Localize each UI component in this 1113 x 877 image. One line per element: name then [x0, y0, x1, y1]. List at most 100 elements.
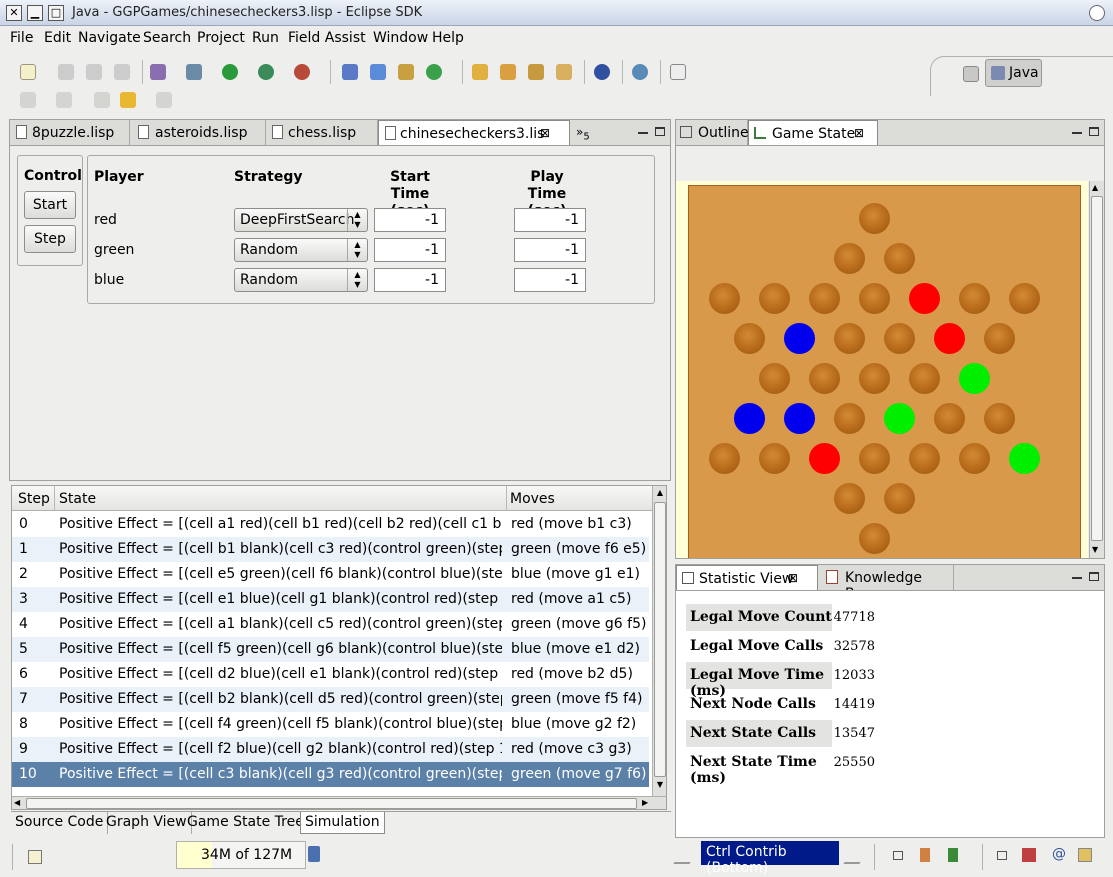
open-type-icon[interactable]: [472, 64, 488, 80]
table-row[interactable]: 2 Positive Effect = [(cell e5 green)(cell…: [12, 562, 649, 587]
external-tools-icon[interactable]: [294, 64, 310, 80]
open-task-icon[interactable]: [528, 64, 544, 80]
scroll-down-icon[interactable]: ▼: [1092, 545, 1098, 554]
scroll-up-icon[interactable]: ▲: [654, 488, 666, 500]
tab-game-state-tree[interactable]: Game State Tree: [183, 812, 309, 834]
tab-chinesecheckers3[interactable]: chinesecheckers3.lis ⊠: [378, 120, 570, 146]
board-scrollbar[interactable]: ▲ ▼: [1089, 181, 1104, 558]
pen-icon[interactable]: [673, 848, 699, 864]
tab-8puzzle[interactable]: 8puzzle.lisp: [10, 120, 130, 145]
menu-edit[interactable]: Edit: [44, 30, 71, 46]
table-row[interactable]: 9 Positive Effect = [(cell f2 blue)(cell …: [12, 737, 649, 762]
notes-icon[interactable]: [670, 64, 686, 80]
close-tab-icon[interactable]: ⊠: [854, 126, 864, 140]
last-edit-icon[interactable]: [94, 92, 110, 108]
minimize-window-icon[interactable]: ▁: [27, 5, 43, 21]
print-icon[interactable]: [114, 64, 130, 80]
window-menu-icon[interactable]: [1089, 5, 1105, 21]
play-time-input[interactable]: -1: [514, 268, 586, 292]
step-button[interactable]: Step: [24, 225, 76, 253]
debug-icon[interactable]: [186, 64, 202, 80]
start-time-input[interactable]: -1: [374, 268, 446, 292]
problems-icon[interactable]: [1022, 848, 1036, 862]
table-row[interactable]: 3 Positive Effect = [(cell e1 blue)(cell …: [12, 587, 649, 612]
play-time-input[interactable]: -1: [514, 238, 586, 262]
start-button[interactable]: Start: [24, 191, 76, 219]
start-time-input[interactable]: -1: [374, 238, 446, 262]
start-time-input[interactable]: -1: [374, 208, 446, 232]
play-time-input[interactable]: -1: [514, 208, 586, 232]
forward-icon[interactable]: [156, 92, 172, 108]
menu-field-assist[interactable]: Field Assist: [288, 30, 366, 46]
restore-icon[interactable]: [997, 851, 1007, 860]
horizontal-scrollbar[interactable]: ◀ ▶: [12, 796, 666, 809]
tab-game-state[interactable]: Game State ⊠: [748, 120, 878, 146]
tab-asteroids[interactable]: asteroids.lisp: [130, 120, 266, 145]
close-tab-icon[interactable]: ⊠: [540, 126, 550, 140]
open-resource-icon[interactable]: [500, 64, 516, 80]
web-icon[interactable]: [632, 64, 648, 80]
close-window-icon[interactable]: ✕: [6, 5, 22, 21]
moves-column-header[interactable]: Moves: [510, 491, 555, 507]
menu-file[interactable]: File: [10, 30, 33, 46]
open-perspective-icon[interactable]: [963, 66, 979, 82]
tree-icon[interactable]: [948, 848, 958, 862]
tab-overflow-icon[interactable]: »5: [576, 125, 590, 142]
chart-icon[interactable]: [150, 64, 166, 80]
scroll-down-icon[interactable]: ▼: [654, 780, 666, 792]
scroll-up-icon[interactable]: ▲: [1092, 183, 1098, 192]
fast-view-icon[interactable]: [28, 850, 42, 864]
menu-project[interactable]: Project: [197, 30, 245, 46]
search-icon[interactable]: [556, 64, 572, 80]
menu-search[interactable]: Search: [143, 30, 191, 46]
vertical-scrollbar[interactable]: ▲ ▼: [652, 486, 666, 796]
hscroll-thumb[interactable]: [26, 798, 637, 809]
ctrl-contrib-label[interactable]: Ctrl Contrib (Bottom): [701, 841, 839, 876]
new-java-project-icon[interactable]: [342, 64, 358, 80]
maximize-icon[interactable]: [655, 127, 665, 136]
table-row[interactable]: 4 Positive Effect = [(cell a1 blank)(cell…: [12, 612, 649, 637]
table-row[interactable]: 1 Positive Effect = [(cell b1 blank)(cell…: [12, 537, 649, 562]
table-row[interactable]: 0 Positive Effect = [(cell a1 red)(cell b…: [12, 512, 649, 537]
step-column-header[interactable]: Step: [18, 491, 50, 507]
state-column-header[interactable]: State: [59, 491, 96, 507]
tab-source-code[interactable]: Source Code: [11, 812, 109, 834]
table-row[interactable]: 8 Positive Effect = [(cell f4 green)(cell…: [12, 712, 649, 737]
minimize-icon[interactable]: [1072, 132, 1082, 134]
new-package-icon[interactable]: [370, 64, 386, 80]
strategy-select[interactable]: Random ▲ ▼: [234, 238, 368, 262]
close-tab-icon[interactable]: ⊠: [788, 571, 798, 585]
tab-knowledge-base[interactable]: Knowledge Base: [818, 565, 954, 602]
strategy-select[interactable]: DeepFirstSearch ▲ ▼: [234, 208, 368, 232]
save-all-icon[interactable]: [86, 64, 102, 80]
tab-statistic-view[interactable]: Statistic View ⊠: [676, 565, 818, 591]
menu-window[interactable]: Window: [373, 30, 428, 46]
menu-navigate[interactable]: Navigate: [78, 30, 141, 46]
maximize-icon[interactable]: [1089, 127, 1099, 136]
tab-graph-view[interactable]: Graph View: [102, 812, 192, 834]
hierarchy-icon[interactable]: [920, 848, 930, 862]
minimize-icon[interactable]: [638, 132, 648, 134]
strategy-select[interactable]: Random ▲ ▼: [234, 268, 368, 292]
tab-simulation[interactable]: Simulation: [300, 812, 385, 834]
maximize-window-icon[interactable]: □: [48, 5, 64, 21]
pen-icon[interactable]: [843, 848, 869, 864]
scroll-thumb[interactable]: [1091, 196, 1103, 541]
table-row[interactable]: 6 Positive Effect = [(cell d2 blue)(cell …: [12, 662, 649, 687]
maximize-icon[interactable]: [1089, 572, 1099, 581]
new-icon[interactable]: [20, 64, 36, 80]
scroll-left-icon[interactable]: ◀: [14, 798, 20, 807]
java-perspective-button[interactable]: Java: [985, 59, 1042, 87]
scroll-right-icon[interactable]: ▶: [642, 798, 648, 807]
next-annotation-icon[interactable]: [20, 92, 36, 108]
globe-icon[interactable]: [594, 64, 610, 80]
minimize-icon[interactable]: [1072, 577, 1082, 579]
scroll-thumb[interactable]: [654, 502, 666, 777]
back-icon[interactable]: [120, 92, 136, 108]
new-interface-icon[interactable]: [426, 64, 442, 80]
save-icon[interactable]: [58, 64, 74, 80]
tab-chess[interactable]: chess.lisp: [266, 120, 378, 145]
restore-icon[interactable]: [893, 851, 903, 860]
run-icon[interactable]: [222, 64, 238, 80]
table-row[interactable]: 5 Positive Effect = [(cell f5 green)(cell…: [12, 637, 649, 662]
